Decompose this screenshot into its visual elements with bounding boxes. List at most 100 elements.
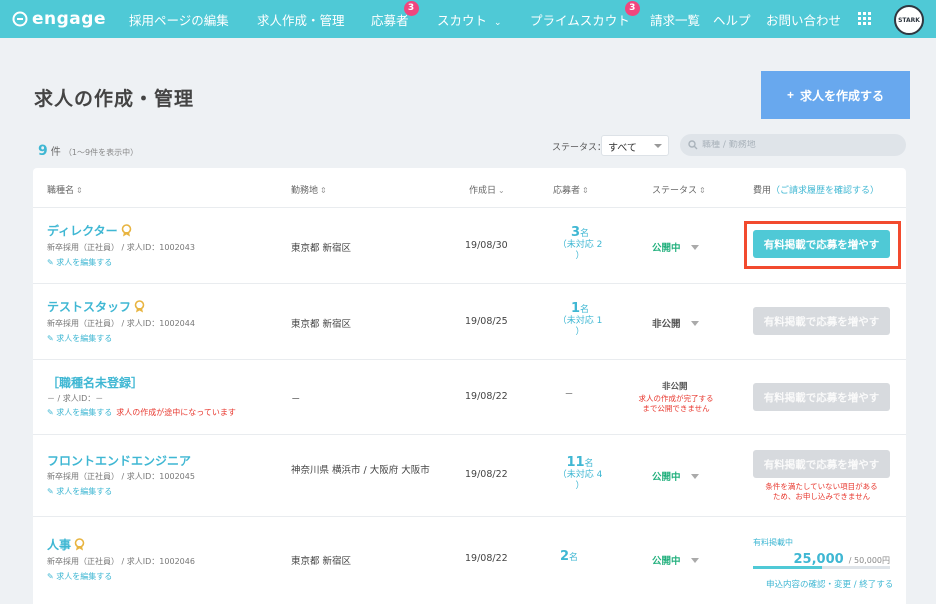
search-box[interactable] [680,134,906,156]
paid-listing-button[interactable]: 有料掲載で応募を増やす [753,230,890,258]
edit-job-label: 求人を編集する [56,487,113,496]
job-created-date: 19/08/30 [465,240,508,251]
search-input[interactable] [702,140,892,150]
job-title-text: テストスタッフ [47,300,132,314]
sort-icon: ⇕ [76,186,83,195]
job-created-date: 19/08/22 [465,391,508,402]
edit-job-link[interactable]: ✎ 求人を編集する [47,571,112,582]
chevron-down-icon [690,558,699,563]
edit-job-label: 求人を編集する [56,572,113,581]
engage-logo[interactable]: engage [12,8,106,30]
applicants-pending-close: ） [575,327,585,337]
column-location[interactable]: 勤務地 ⇕ [291,183,327,196]
paid-listing-button: 有料掲載で応募を増やす [753,450,890,478]
status-dropdown[interactable]: 非公開 [652,316,699,330]
chevron-down-icon [654,144,662,148]
chevron-down-icon: ⌄ [498,186,505,195]
edit-job-link[interactable]: ✎ 求人を編集する [47,333,112,344]
applicants-count[interactable]: 11名 （未対応 4 ） [545,456,615,492]
applicants-badge: 3 [403,1,419,16]
job-meta: 新卒採用（正社員） / 求人ID：1002045 [47,472,195,481]
job-meta: 新卒採用（正社員） / 求人ID：1002044 [47,319,195,328]
job-title-link[interactable]: 人事 [47,536,85,553]
result-count-number: 9 [38,143,48,159]
status-value: 公開中 [652,556,681,567]
create-job-button[interactable]: + 求人を作成する [761,71,910,119]
column-date-label: 作成日 [469,186,497,196]
column-applicants-label: 応募者 [553,186,581,196]
avatar[interactable]: STARK [894,5,924,35]
applicants-count[interactable]: 3名 （未対応 2 ） [545,226,615,262]
applicants-count[interactable]: 1名 （未対応 1 ） [545,302,615,338]
job-title-link[interactable]: ［職種名未登録］ [47,374,143,391]
status-note: 求人の作成が完了する まで公開できません [638,394,714,413]
search-icon [688,140,698,150]
top-nav: engage 採用ページの編集 求人作成・管理 応募者 3 スカウト ⌄ プライ… [0,0,936,38]
sort-icon: ⇕ [582,186,589,195]
status-dropdown[interactable]: 公開中 [652,469,699,483]
job-location: － [291,394,301,405]
job-created-date: 19/08/25 [465,316,508,327]
status-filter-value: すべて [608,143,637,154]
status-filter-label: ステータス： [552,143,607,153]
paid-listing-label: 有料掲載中 [753,538,793,547]
job-title-link[interactable]: ディレクター [47,222,132,239]
budget-progress-fill [753,566,822,569]
column-title[interactable]: 職種名 ⇕ [47,183,83,196]
nav-help[interactable]: ヘルプ [713,10,751,29]
chevron-down-icon [690,321,699,326]
job-created-date: 19/08/22 [465,553,508,564]
apps-grid-icon[interactable] [858,12,871,25]
job-title-link[interactable]: フロントエンドエンジニア [47,452,191,469]
nav-job-management[interactable]: 求人作成・管理 [257,10,345,29]
status-filter-select[interactable]: すべて [601,135,669,156]
nav-scout-label: スカウト [437,13,488,28]
nav-contact[interactable]: お問い合わせ [766,10,841,29]
result-count: 9件 （1～9件を表示中） [38,143,138,159]
create-job-label: 求人を作成する [800,88,885,103]
pencil-icon: ✎ [47,258,57,267]
applicants-count[interactable]: 2名 [545,550,593,564]
nav-applicants-label: 応募者 [371,13,409,28]
column-location-label: 勤務地 [291,186,319,196]
row-divider [33,283,906,284]
nav-applicants[interactable]: 応募者 3 [371,1,419,29]
budget-manage-link[interactable]: 申込内容の確認・変更 / 終了する [766,578,893,590]
billing-history-link[interactable]: （ご請求履歴を確認する） [771,186,879,196]
nav-invoices[interactable]: 請求一覧 [650,10,700,29]
column-date[interactable]: 作成日 ⌄ [469,183,505,196]
status-dropdown[interactable]: 公開中 [652,553,699,567]
job-title-text: フロントエンドエンジニア [47,454,192,468]
job-location: 神奈川県 横浜市 / 大阪府 大阪市 [291,465,430,476]
edit-job-link[interactable]: ✎ 求人を編集する 求人の作成が途中になっています [47,407,236,418]
edit-job-label: 求人を編集する [56,334,113,343]
applicants-unit: 名 [580,229,590,239]
nav-prime-scout[interactable]: プライムスカウト 3 [530,1,640,29]
job-title-text: ディレクター [47,224,118,238]
medal-icon [74,538,85,551]
medal-icon [134,300,145,313]
nav-scout[interactable]: スカウト ⌄ [437,10,502,29]
budget-used: 25,000 [793,552,844,567]
medal-icon [121,224,131,237]
edit-job-link[interactable]: ✎ 求人を編集する [47,486,112,497]
prime-scout-badge: 3 [624,1,640,16]
applicants-unit: 名 [569,553,579,563]
edit-job-label: 求人を編集する [56,258,113,267]
column-status[interactable]: ステータス ⇕ [652,183,706,196]
status-dropdown[interactable]: 公開中 [652,240,699,254]
engage-logo-icon [12,11,28,27]
applicants-unit: 名 [580,305,590,315]
column-applicants[interactable]: 応募者 ⇕ [553,183,589,196]
result-count-unit: 件 [50,147,61,158]
nav-prime-scout-label: プライムスカウト [530,13,630,28]
edit-job-link[interactable]: ✎ 求人を編集する [47,257,112,268]
status-value: 公開中 [652,472,681,483]
job-created-date: 19/08/22 [465,469,508,480]
pencil-icon: ✎ [47,408,57,417]
incomplete-warning: 求人の作成が途中になっています [116,408,236,417]
column-fee-label: 費用 [753,186,772,196]
nav-edit-recruit-page[interactable]: 採用ページの編集 [129,10,229,29]
job-location: 東京都 新宿区 [291,243,352,254]
job-title-link[interactable]: テストスタッフ [47,298,145,315]
